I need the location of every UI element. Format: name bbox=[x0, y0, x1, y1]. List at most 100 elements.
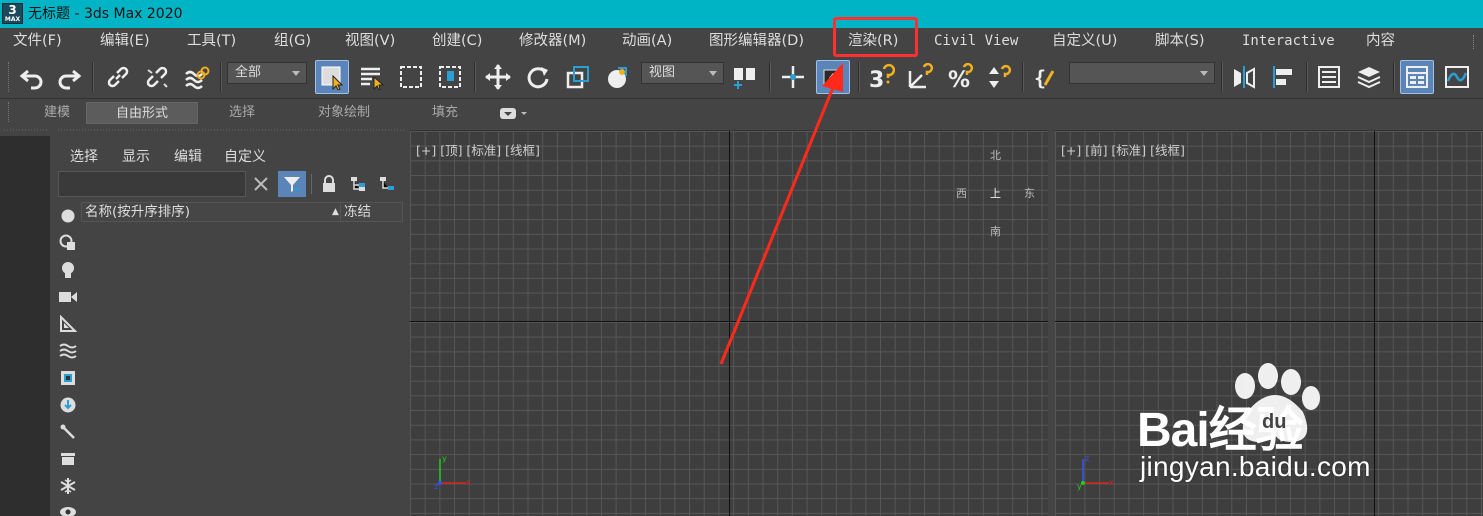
ribbon-toggle-icon[interactable] bbox=[1400, 60, 1434, 94]
menu-tools[interactable]: 工具(T) bbox=[187, 28, 236, 54]
ribbon-tab-selection[interactable]: 选择 bbox=[210, 102, 274, 124]
edit-named-selection-icon[interactable]: { bbox=[1028, 60, 1062, 94]
helpers-filter-icon[interactable] bbox=[58, 314, 78, 334]
hidden-filter-icon[interactable] bbox=[58, 502, 78, 516]
scene-search-input[interactable] bbox=[58, 171, 246, 197]
align-icon[interactable] bbox=[1266, 60, 1300, 94]
lock-icon[interactable] bbox=[315, 171, 343, 197]
toolbar-divider bbox=[220, 62, 222, 92]
ribbon-tab-modeling[interactable]: 建模 bbox=[28, 102, 86, 124]
scene-menu-display[interactable]: 显示 bbox=[122, 146, 150, 166]
scene-explorer-icon[interactable] bbox=[1312, 60, 1346, 94]
unlink-icon[interactable] bbox=[140, 60, 174, 94]
link-icon[interactable] bbox=[101, 60, 135, 94]
angle-snap-icon[interactable] bbox=[903, 60, 937, 94]
selection-center-icon[interactable] bbox=[729, 60, 763, 94]
undo-icon[interactable] bbox=[15, 60, 49, 94]
clear-search-icon[interactable] bbox=[247, 171, 275, 197]
svg-text:3: 3 bbox=[869, 68, 884, 91]
toolbar-divider bbox=[1221, 62, 1223, 92]
svg-text:y: y bbox=[1077, 482, 1082, 491]
menu-modifiers[interactable]: 修改器(M) bbox=[519, 28, 586, 54]
lights-filter-icon[interactable] bbox=[58, 260, 78, 280]
rect-region-icon[interactable] bbox=[394, 60, 428, 94]
select-object-icon[interactable] bbox=[315, 60, 349, 94]
percent-snap-icon[interactable]: % bbox=[943, 60, 977, 94]
named-selection-dropdown[interactable] bbox=[1069, 62, 1215, 84]
viewcube[interactable]: 北 南 西 东 上 bbox=[956, 149, 1035, 238]
viewcube-face-label: 上 bbox=[990, 187, 1001, 200]
scale-icon[interactable] bbox=[561, 60, 595, 94]
compass-west-label: 西 bbox=[956, 187, 967, 200]
toolbar-grip[interactable] bbox=[8, 62, 9, 92]
cameras-filter-icon[interactable] bbox=[58, 287, 78, 307]
frozen-filter-icon[interactable] bbox=[58, 476, 78, 496]
expand-hierarchy-icon[interactable] bbox=[373, 171, 401, 197]
menu-scripting[interactable]: 脚本(S) bbox=[1155, 28, 1205, 54]
snap-3d-icon[interactable]: 3 bbox=[864, 60, 898, 94]
keyboard-shortcut-icon[interactable] bbox=[816, 60, 850, 94]
display-filter-strip bbox=[57, 202, 79, 516]
geometry-filter-icon[interactable] bbox=[58, 206, 78, 226]
layer-explorer-icon[interactable] bbox=[1352, 60, 1386, 94]
reference-coordinate-dropdown[interactable]: 视图 bbox=[641, 62, 724, 84]
filter-icon[interactable] bbox=[278, 171, 306, 197]
ribbon-tab-object-paint[interactable]: 对象绘制 bbox=[300, 102, 388, 124]
ribbon-grip[interactable] bbox=[8, 102, 9, 122]
selection-filter-dropdown[interactable]: 全部 bbox=[227, 62, 307, 84]
xrefs-filter-icon[interactable] bbox=[58, 395, 78, 415]
menu-interactive[interactable]: Interactive bbox=[1242, 28, 1335, 54]
column-name[interactable]: 名称(按升序排序) bbox=[85, 203, 190, 221]
menu-create[interactable]: 创建(C) bbox=[432, 28, 482, 54]
panel-grip[interactable] bbox=[0, 128, 410, 134]
move-icon[interactable] bbox=[481, 60, 515, 94]
mirror-icon[interactable] bbox=[1227, 60, 1261, 94]
scene-menu-customize[interactable]: 自定义 bbox=[224, 146, 266, 166]
menu-group[interactable]: 组(G) bbox=[274, 28, 311, 54]
bones-filter-icon[interactable] bbox=[58, 422, 78, 442]
ribbon-tab-freeform[interactable]: 自由形式 bbox=[86, 102, 198, 124]
viewport-top-label[interactable]: [+] [顶] [标准] [线框] bbox=[416, 140, 540, 159]
column-divider[interactable] bbox=[340, 202, 341, 222]
svg-text:x: x bbox=[1109, 478, 1114, 487]
title-bar: 3 MAX 无标题 - 3ds Max 2020 bbox=[0, 0, 1483, 28]
redo-icon[interactable] bbox=[52, 60, 86, 94]
menubar-grip-icon[interactable] bbox=[1473, 35, 1476, 49]
menu-views[interactable]: 视图(V) bbox=[345, 28, 395, 54]
menu-animation[interactable]: 动画(A) bbox=[622, 28, 672, 54]
ribbon-options-button[interactable] bbox=[497, 105, 529, 119]
viewport-top[interactable]: [+] [顶] [标准] [线框] 北 南 西 东 上 y x z bbox=[410, 130, 1048, 516]
ribbon-tab-populate[interactable]: 填充 bbox=[412, 102, 478, 124]
viewport-front-label[interactable]: [+] [前] [标准] [线框] bbox=[1061, 140, 1185, 159]
svg-text:x: x bbox=[466, 478, 471, 487]
menu-civil-view[interactable]: Civil View bbox=[934, 28, 1018, 54]
curve-editor-icon[interactable] bbox=[1440, 60, 1474, 94]
hierarchy-icon[interactable] bbox=[344, 171, 372, 197]
rotate-icon[interactable] bbox=[521, 60, 555, 94]
pivot-icon[interactable] bbox=[776, 60, 810, 94]
menu-content[interactable]: 内容 bbox=[1366, 28, 1395, 54]
bind-spacewarp-icon[interactable] bbox=[180, 60, 214, 94]
app-logo-icon[interactable]: 3 MAX bbox=[2, 3, 23, 24]
shapes-filter-icon[interactable] bbox=[58, 233, 78, 253]
menu-file[interactable]: 文件(F) bbox=[13, 28, 62, 54]
spinner-snap-icon[interactable] bbox=[982, 60, 1016, 94]
scene-menu-select[interactable]: 选择 bbox=[70, 146, 98, 166]
scene-menu-edit[interactable]: 编辑 bbox=[174, 146, 202, 166]
menu-edit[interactable]: 编辑(E) bbox=[100, 28, 149, 54]
select-by-name-icon[interactable] bbox=[354, 60, 388, 94]
menu-customize[interactable]: 自定义(U) bbox=[1052, 28, 1117, 54]
containers-filter-icon[interactable] bbox=[58, 449, 78, 469]
window-crossing-icon[interactable] bbox=[433, 60, 467, 94]
menu-bar: 文件(F) 编辑(E) 工具(T) 组(G) 视图(V) 创建(C) 修改器(M… bbox=[0, 28, 1483, 54]
spacewarps-filter-icon[interactable] bbox=[58, 341, 78, 361]
column-header: 名称(按升序排序) ▲ 冻结 bbox=[81, 202, 403, 222]
menu-graph-editors[interactable]: 图形编辑器(D) bbox=[709, 28, 804, 54]
place-icon[interactable] bbox=[600, 60, 634, 94]
column-frozen[interactable]: 冻结 bbox=[344, 203, 371, 221]
toolbar-divider bbox=[1393, 62, 1395, 92]
rendering-menu-highlight bbox=[833, 17, 918, 57]
toolbar-divider bbox=[474, 62, 476, 92]
groups-filter-icon[interactable] bbox=[58, 368, 78, 388]
grid-axis-y bbox=[729, 131, 730, 516]
